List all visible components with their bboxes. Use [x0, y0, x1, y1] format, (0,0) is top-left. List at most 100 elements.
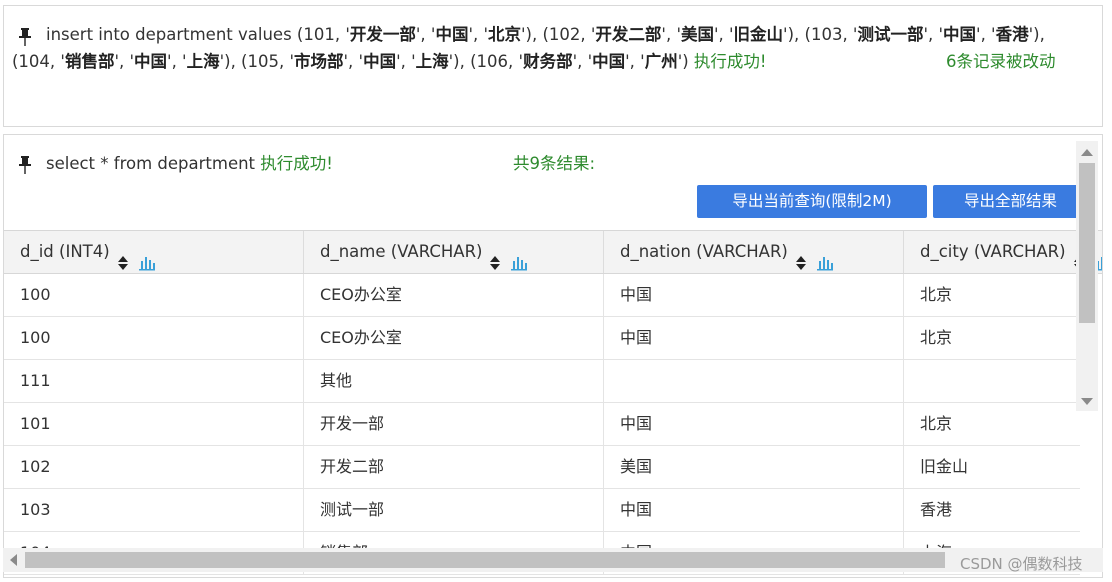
scroll-left-arrow-icon[interactable] [10, 554, 17, 566]
table-row[interactable]: 100 CEO办公室 中国 北京 [4, 274, 1080, 317]
scroll-down-arrow-icon[interactable] [1081, 398, 1093, 405]
sql-literal: 销售部 [64, 52, 115, 71]
sql-fragment: ', ' [661, 25, 681, 44]
table-cell[interactable] [604, 360, 904, 402]
table-row[interactable]: 101 开发一部 中国 北京 [4, 403, 1080, 446]
sql-fragment: '), [1028, 25, 1045, 44]
affected-rows-text: 6条记录被改动 [946, 52, 1056, 71]
column-header[interactable]: d_id (INT4) [4, 231, 304, 273]
insert-sql-line-2: (104, '销售部', '中国', '上海'), (105, '市场部', '… [12, 49, 767, 75]
sql-fragment: ', ' [343, 52, 364, 71]
sql-literal: 上海 [415, 52, 449, 71]
scroll-up-arrow-icon[interactable] [1081, 149, 1093, 156]
sort-arrows-icon[interactable] [117, 245, 128, 270]
select-status: 执行成功! [260, 154, 333, 173]
bar-chart-icon[interactable] [510, 245, 528, 270]
sql-literal: 市场部 [294, 52, 344, 71]
sql-fragment: '), (102, ' [521, 25, 596, 44]
export-current-button[interactable]: 导出当前查询(限制2M) [697, 185, 927, 218]
table-row[interactable]: 111 其他 [4, 360, 1080, 403]
sql-fragment: '), (105, ' [219, 52, 295, 71]
export-all-button[interactable]: 导出全部结果 [933, 185, 1088, 218]
column-header[interactable]: d_name (VARCHAR) [304, 231, 604, 273]
sql-fragment: ', ' [713, 25, 734, 44]
sql-literal: 中国 [363, 52, 397, 71]
sort-arrows-icon[interactable] [490, 245, 501, 270]
sql-literal: 香港 [995, 25, 1029, 44]
column-header-label: d_city (VARCHAR) [920, 242, 1066, 261]
table-cell[interactable]: 103 [4, 489, 304, 531]
column-header-label: d_name (VARCHAR) [320, 242, 483, 261]
sql-literal: 北京 [488, 25, 521, 44]
sql-fragment: '), (103, ' [783, 25, 858, 44]
sql-fragment: ', ' [114, 52, 135, 71]
table-cell[interactable]: CEO办公室 [304, 317, 604, 359]
sort-arrows-icon[interactable] [795, 245, 806, 270]
sql-fragment: ', ' [167, 52, 187, 71]
table-cell[interactable]: 中国 [604, 274, 904, 316]
table-cell[interactable]: 中国 [604, 489, 904, 531]
sql-literal: 开发二部 [595, 25, 662, 44]
sql-fragment: ', ' [396, 52, 416, 71]
table-cell[interactable]: 北京 [904, 403, 1080, 445]
sql-literal: 测试一部 [857, 25, 924, 44]
sql-literal: 开发一部 [349, 25, 416, 44]
table-cell[interactable]: 旧金山 [904, 446, 1080, 488]
sql-fragment: ') [677, 52, 689, 71]
vertical-scrollbar[interactable] [1076, 141, 1098, 411]
table-header: d_id (INT4) d_name (VARCHAR) d_nation (VAR… [4, 230, 1102, 274]
column-header[interactable]: d_city (VARCHAR) [904, 231, 1102, 273]
result-count: 共9条结果: [513, 154, 596, 173]
table-cell[interactable]: 111 [4, 360, 304, 402]
watermark: CSDN @偶数科技 [960, 555, 1083, 573]
table-row[interactable]: 103 测试一部 中国 香港 [4, 489, 1080, 532]
insert-sql-line-1: insert into department values (101, '开发一… [46, 22, 1045, 48]
sql-fragment: '), (106, ' [448, 52, 524, 71]
sql-fragment: (104, ' [12, 52, 65, 71]
table-cell[interactable]: 102 [4, 446, 304, 488]
bar-chart-icon[interactable] [138, 245, 156, 270]
select-sql: select * from department [46, 154, 256, 173]
table-cell[interactable]: 100 [4, 274, 304, 316]
table-cell[interactable]: 测试一部 [304, 489, 604, 531]
column-header-label: d_id (INT4) [20, 242, 110, 261]
sql-fragment: ', ' [976, 25, 996, 44]
table-cell[interactable]: 其他 [304, 360, 604, 402]
sql-literal: 旧金山 [733, 25, 784, 44]
table-cell[interactable]: 北京 [904, 274, 1080, 316]
pushpin-icon [19, 28, 31, 46]
sql-literal: 财务部 [523, 52, 573, 71]
table-cell[interactable]: 开发二部 [304, 446, 604, 488]
sql-fragment: ', ' [625, 52, 645, 71]
sql-fragment: ', ' [572, 52, 593, 71]
bar-chart-icon[interactable] [816, 245, 834, 270]
select-sql-line: select * from department 执行成功! [46, 151, 333, 177]
table-cell[interactable]: 101 [4, 403, 304, 445]
sql-fragment: insert into department values (101, ' [46, 25, 350, 44]
horizontal-scrollbar[interactable] [3, 548, 1103, 572]
insert-status: 执行成功! [693, 52, 767, 71]
table-row[interactable]: 102 开发二部 美国 旧金山 [4, 446, 1080, 489]
select-result-panel: select * from department 执行成功! 共9条结果: 导出… [3, 134, 1103, 578]
sql-literal: 中国 [592, 52, 626, 71]
sql-literal: 中国 [134, 52, 168, 71]
sql-fragment: ', ' [468, 25, 488, 44]
table-cell[interactable]: 中国 [604, 317, 904, 359]
table-row[interactable]: 100 CEO办公室 中国 北京 [4, 317, 1080, 360]
insert-statement-panel: insert into department values (101, '开发一… [3, 5, 1103, 127]
table-cell[interactable] [904, 360, 1080, 402]
table-cell[interactable]: CEO办公室 [304, 274, 604, 316]
table-cell[interactable]: 中国 [604, 403, 904, 445]
horizontal-scroll-thumb[interactable] [25, 552, 945, 568]
column-header[interactable]: d_nation (VARCHAR) [604, 231, 904, 273]
table-cell[interactable]: 香港 [904, 489, 1080, 531]
table-cell[interactable]: 开发一部 [304, 403, 604, 445]
pushpin-icon [19, 156, 31, 174]
table-cell[interactable]: 美国 [604, 446, 904, 488]
sql-literal: 广州 [644, 52, 678, 71]
vertical-scroll-thumb[interactable] [1079, 163, 1095, 323]
table-cell[interactable]: 100 [4, 317, 304, 359]
sql-fragment: ', ' [923, 25, 944, 44]
table-cell[interactable]: 北京 [904, 317, 1080, 359]
sql-literal: 中国 [943, 25, 977, 44]
